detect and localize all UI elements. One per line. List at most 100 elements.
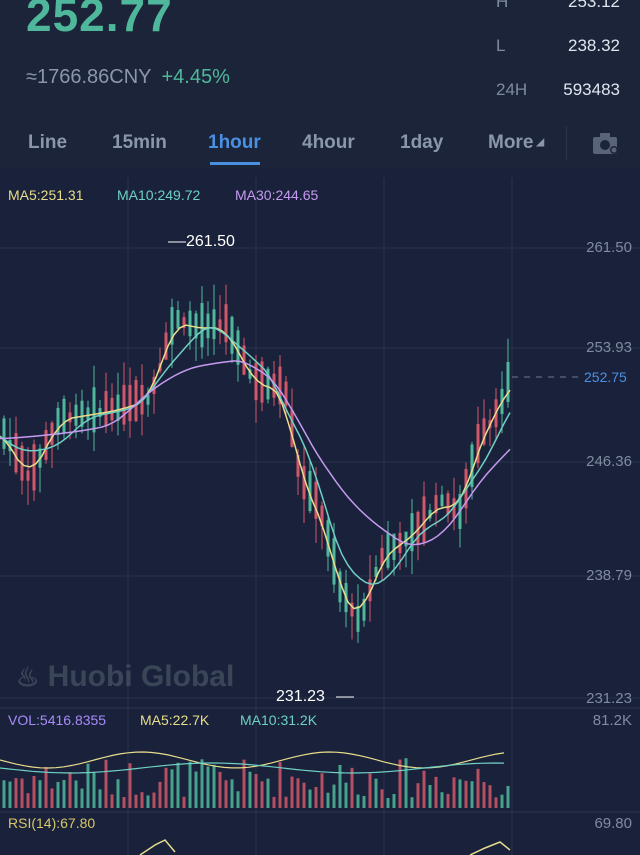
volume-bar bbox=[164, 767, 168, 808]
volume-bar bbox=[242, 759, 246, 808]
volume-bar bbox=[380, 789, 384, 808]
volume-bar bbox=[356, 794, 360, 808]
volume-bar bbox=[458, 779, 462, 808]
volume-bar bbox=[392, 794, 396, 808]
candle-body bbox=[110, 397, 114, 421]
price-axis-tick: 261.50 bbox=[586, 239, 632, 256]
volume-axis-top: 81.2K bbox=[592, 712, 632, 729]
volume-bar bbox=[308, 789, 312, 808]
candle-body bbox=[236, 330, 240, 365]
price-axis-tick: 238.79 bbox=[586, 567, 632, 584]
rsi-path bbox=[139, 839, 511, 855]
volume-ma5-legend: MA5:22.7K bbox=[140, 712, 210, 728]
volume-bar bbox=[410, 797, 414, 808]
volume-ma10-legend: MA10:31.2K bbox=[240, 712, 318, 728]
volume-bar bbox=[482, 782, 486, 808]
volume-bar bbox=[146, 795, 150, 808]
volume-bar bbox=[110, 794, 114, 808]
low-price-label: 231.23 bbox=[276, 688, 325, 705]
volume-bar bbox=[230, 779, 234, 808]
volume-bar bbox=[452, 777, 456, 808]
volume-bar bbox=[494, 797, 498, 808]
volume-bar bbox=[488, 785, 492, 808]
volume-bar bbox=[254, 774, 258, 808]
volume-bar bbox=[368, 773, 372, 808]
candle-body bbox=[200, 303, 204, 348]
price-axis-tick: 246.36 bbox=[586, 453, 632, 470]
volume-bar bbox=[422, 770, 426, 808]
candle-body bbox=[422, 496, 426, 543]
volume-bar bbox=[104, 759, 108, 808]
candle-body bbox=[86, 407, 90, 421]
volume-bar bbox=[350, 767, 354, 808]
volume-bar bbox=[2, 780, 6, 808]
volume-bar bbox=[224, 780, 228, 808]
candle-body bbox=[440, 494, 444, 507]
candle-body bbox=[62, 398, 66, 433]
volume-bar bbox=[470, 781, 474, 808]
candle-body bbox=[74, 404, 78, 426]
high-price-label: 261.50 bbox=[186, 233, 235, 250]
volume-bar bbox=[248, 771, 252, 808]
ma10-legend: MA10:249.72 bbox=[117, 187, 201, 203]
volume-bar bbox=[362, 795, 366, 808]
volume-bar bbox=[290, 776, 294, 808]
volume-bar bbox=[20, 778, 24, 808]
volume-bar bbox=[278, 761, 282, 808]
volume-bar bbox=[476, 768, 480, 808]
volume-bar bbox=[152, 792, 156, 808]
candle-body bbox=[128, 384, 132, 422]
volume-bar bbox=[134, 794, 138, 808]
candle-body bbox=[188, 310, 192, 337]
volume-bar bbox=[206, 766, 210, 808]
volume-bar bbox=[398, 759, 402, 808]
volume-bar bbox=[176, 762, 180, 808]
rsi-legend: RSI(14):67.80 bbox=[8, 815, 96, 831]
volume-bar bbox=[38, 780, 42, 808]
volume-bar bbox=[44, 767, 48, 808]
candle-body bbox=[212, 309, 216, 340]
candle-body bbox=[104, 391, 108, 427]
volume-bar bbox=[260, 781, 264, 808]
volume-bar bbox=[272, 796, 276, 808]
volume-bar bbox=[404, 758, 408, 808]
volume-bar bbox=[284, 796, 288, 808]
volume-bar bbox=[92, 772, 96, 808]
volume-bar bbox=[332, 784, 336, 808]
watermark-text: Huobi Global bbox=[47, 660, 235, 693]
volume-bar bbox=[182, 796, 186, 808]
volume-bar bbox=[98, 789, 102, 808]
volume-bar bbox=[236, 791, 240, 808]
candle-body bbox=[14, 433, 18, 473]
current-price-label: 252.75 bbox=[584, 369, 627, 385]
candle-body bbox=[506, 362, 510, 402]
candle-body bbox=[116, 394, 120, 421]
volume-bar bbox=[188, 761, 192, 808]
ma5-legend: MA5:251.31 bbox=[8, 187, 84, 203]
candle-body bbox=[230, 316, 234, 354]
volume-bar bbox=[506, 785, 510, 808]
volume-bar bbox=[14, 778, 18, 808]
volume-bar bbox=[80, 788, 84, 808]
volume-legend: VOL:5416.8355 bbox=[8, 712, 107, 728]
volume-bar bbox=[326, 792, 330, 808]
candle-body bbox=[2, 418, 6, 449]
volume-bar bbox=[116, 779, 120, 808]
volume-bar bbox=[344, 782, 348, 808]
volume-bar bbox=[218, 771, 222, 808]
volume-bar bbox=[74, 780, 78, 808]
volume-bar bbox=[296, 778, 300, 808]
volume-bar bbox=[266, 778, 270, 808]
volume-bar bbox=[386, 797, 390, 808]
rsi-line bbox=[139, 839, 511, 855]
volume-bar bbox=[62, 779, 66, 808]
volume-bar bbox=[32, 775, 36, 808]
volume-bar bbox=[122, 797, 126, 808]
candle-body bbox=[92, 387, 96, 433]
watermark-logo: ♨ Huobi Global bbox=[16, 660, 234, 694]
volume-bar bbox=[170, 769, 174, 808]
candle-body bbox=[134, 379, 138, 422]
candle-body bbox=[26, 470, 30, 481]
volume-bar bbox=[140, 792, 144, 808]
volume-bar bbox=[158, 781, 162, 808]
